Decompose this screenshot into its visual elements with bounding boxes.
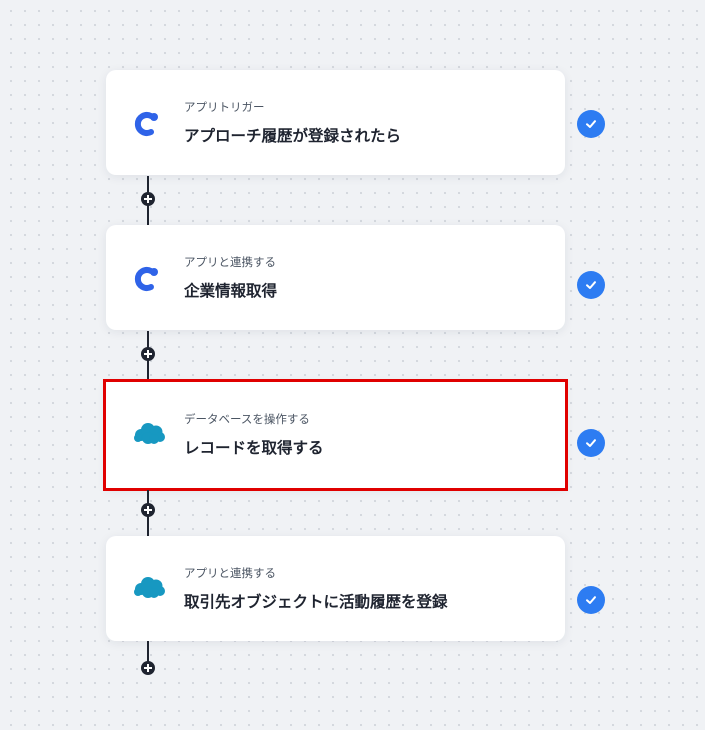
flow-step-card-selected[interactable]: データベースを操作する レコードを取得する xyxy=(103,379,568,491)
check-icon xyxy=(577,110,605,138)
step-title: アプローチ履歴が登録されたら xyxy=(184,127,402,145)
check-icon xyxy=(577,271,605,299)
flow-step-card[interactable]: アプリトリガー アプローチ履歴が登録されたら xyxy=(106,70,565,175)
step-title: 取引先オブジェクトに活動履歴を登録 xyxy=(184,593,448,611)
step-type-label: アプリと連携する xyxy=(184,255,276,269)
salesforce-cloud-icon xyxy=(134,577,165,598)
check-icon xyxy=(577,586,605,614)
salesforce-cloud-icon xyxy=(134,423,165,444)
step-title: 企業情報取得 xyxy=(184,282,278,300)
add-step-button[interactable] xyxy=(141,347,155,361)
step-type-label: アプリトリガー xyxy=(184,100,265,114)
step-type-label: データベースを操作する xyxy=(184,412,310,426)
add-step-button[interactable] xyxy=(141,661,155,675)
check-icon xyxy=(577,429,605,457)
flow-step-card[interactable]: アプリと連携する 企業情報取得 xyxy=(106,225,565,330)
brand-c-icon xyxy=(134,267,158,291)
step-title: レコードを取得する xyxy=(184,439,324,457)
flow-step-card[interactable]: アプリと連携する 取引先オブジェクトに活動履歴を登録 xyxy=(106,536,565,641)
step-type-label: アプリと連携する xyxy=(184,566,276,580)
add-step-button[interactable] xyxy=(141,503,155,517)
add-step-button[interactable] xyxy=(141,192,155,206)
brand-c-icon xyxy=(134,112,158,136)
